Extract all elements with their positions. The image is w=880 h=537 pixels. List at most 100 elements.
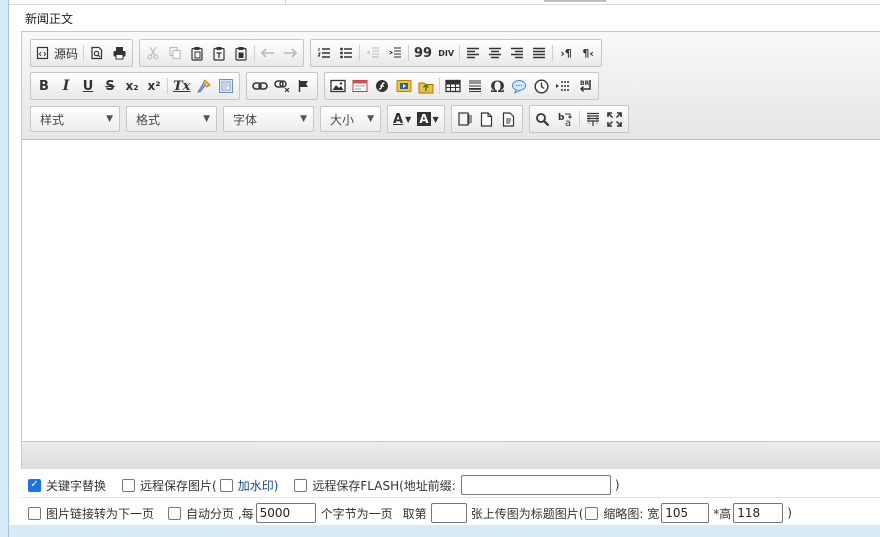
paste-word-button[interactable]	[230, 42, 252, 64]
print-button[interactable]	[108, 42, 130, 64]
time-button[interactable]	[530, 75, 552, 97]
toolbar-divider	[83, 45, 85, 61]
br-return-icon: BR	[580, 80, 592, 93]
select-all-button[interactable]	[582, 108, 604, 130]
remove-format-button[interactable]: Tx	[170, 75, 193, 97]
rtl-button[interactable]: ¶‹	[577, 42, 599, 64]
special-char-button[interactable]: Ω	[486, 75, 508, 97]
italic-button[interactable]: I	[55, 75, 77, 97]
indent-button[interactable]	[384, 42, 406, 64]
cut-button[interactable]	[142, 42, 164, 64]
source-button[interactable]: 源码	[33, 42, 81, 64]
bold-button[interactable]: B	[33, 75, 55, 97]
strikethrough-button[interactable]: S	[99, 75, 121, 97]
toolbar-divider	[459, 45, 461, 61]
outdent-button[interactable]	[362, 42, 384, 64]
toolbar-divider	[359, 45, 361, 61]
toolbar-divider	[439, 78, 441, 94]
auto-paging-checkbox[interactable]	[168, 506, 182, 520]
align-center-button[interactable]	[484, 42, 506, 64]
new-page-button[interactable]	[476, 108, 498, 130]
replace-icon: ba	[558, 113, 572, 127]
flash-button[interactable]	[371, 75, 393, 97]
image-link-next-checkbox[interactable]	[28, 506, 41, 520]
flash-prefix-input[interactable]	[460, 475, 611, 495]
show-blocks-button[interactable]	[454, 108, 476, 130]
toolbar-divider	[254, 45, 256, 61]
redo-icon	[284, 48, 298, 58]
templates-button[interactable]	[215, 75, 237, 97]
unlink-button[interactable]	[271, 75, 293, 97]
thumbnail-checkbox[interactable]	[585, 506, 599, 520]
form-button[interactable]	[349, 75, 371, 97]
align-right-icon	[511, 47, 524, 59]
source-label: 源码	[54, 46, 79, 61]
numbered-list-button[interactable]	[313, 42, 335, 64]
watermark-label: 加水印)	[237, 478, 279, 493]
svg-text:a: a	[565, 118, 571, 127]
remote-save-flash-checkbox[interactable]	[294, 478, 308, 492]
underline-button[interactable]: U	[77, 75, 99, 97]
keyword-replace-checkbox[interactable]: ✓	[28, 478, 41, 492]
text-color-button[interactable]: A ▼	[390, 108, 414, 130]
smiley-button[interactable]	[508, 75, 530, 97]
blockquote-button[interactable]: 99	[411, 42, 435, 64]
align-left-button[interactable]	[462, 42, 484, 64]
page-break-button[interactable]	[552, 75, 574, 97]
thumbnail-height-input[interactable]: 118	[733, 503, 784, 523]
editor-content-area[interactable]	[22, 141, 880, 441]
document-props-button[interactable]	[498, 108, 520, 130]
subscript-button[interactable]: x₂	[121, 75, 143, 97]
remote-save-image-checkbox[interactable]	[122, 478, 136, 492]
options-row-1: ✓ 关键字替换 远程保存图片( 加水印) 远程保存FLASH(地址前缀: )	[28, 473, 620, 497]
format-select[interactable]: 格式 ▼	[126, 106, 217, 132]
style-select[interactable]: 样式 ▼	[30, 106, 120, 132]
flag-icon	[299, 80, 309, 92]
paging-size-input[interactable]: 5000	[255, 503, 316, 523]
undo-button[interactable]	[257, 42, 279, 64]
bulleted-list-button[interactable]	[335, 42, 357, 64]
insert-group: Ω BR	[324, 72, 600, 100]
redo-button[interactable]	[279, 42, 301, 64]
image-button[interactable]	[327, 75, 349, 97]
ltr-button[interactable]: ›¶	[555, 42, 577, 64]
maximize-button[interactable]	[604, 108, 626, 130]
paintbrush-icon	[197, 79, 212, 93]
toolbar-row-2: B I U S x₂ x² Tx Ω BR	[30, 72, 605, 100]
superscript-button[interactable]: x²	[143, 75, 165, 97]
title-image-index-input[interactable]	[430, 503, 467, 523]
watermark-checkbox[interactable]	[219, 478, 233, 492]
media-button[interactable]	[393, 75, 415, 97]
numbered-list-icon	[317, 48, 331, 58]
justify-button[interactable]	[528, 42, 550, 64]
link-button[interactable]	[249, 75, 271, 97]
find-button[interactable]	[532, 108, 554, 130]
paste-text-icon	[213, 46, 225, 61]
options-row-2: 图片链接转为下一页 自动分页 ,每 5000 个字节为一页 取第 张上传图为标题…	[28, 501, 792, 525]
table-button[interactable]	[442, 75, 464, 97]
align-right-button[interactable]	[506, 42, 528, 64]
anchor-button[interactable]	[293, 75, 315, 97]
attachment-button[interactable]	[415, 75, 437, 97]
font-select[interactable]: 字体 ▼	[223, 106, 314, 132]
size-select[interactable]: 大小 ▼	[320, 106, 381, 132]
thumbnail-width-input[interactable]: 105	[661, 503, 710, 523]
paste-icon	[191, 46, 203, 61]
clipboard-group	[139, 39, 305, 67]
chevron-down-icon: ▼	[300, 114, 307, 124]
scissors-icon	[147, 46, 159, 60]
create-div-button[interactable]: DIV	[435, 42, 457, 64]
text-direction-ltr-icon: ›¶	[560, 46, 572, 60]
line-break-button[interactable]: BR	[574, 75, 596, 97]
maximize-icon	[607, 111, 622, 127]
copy-formatting-button[interactable]	[193, 75, 215, 97]
paste-text-button[interactable]	[208, 42, 230, 64]
horizontal-rule-button[interactable]	[464, 75, 486, 97]
paste-button[interactable]	[186, 42, 208, 64]
preview-button[interactable]	[86, 42, 108, 64]
bg-color-button[interactable]: A ▼	[414, 108, 441, 130]
copy-button[interactable]	[164, 42, 186, 64]
thumbnail-height-label: *高	[713, 506, 732, 521]
replace-button[interactable]: ba	[554, 108, 577, 130]
divider	[21, 497, 880, 498]
